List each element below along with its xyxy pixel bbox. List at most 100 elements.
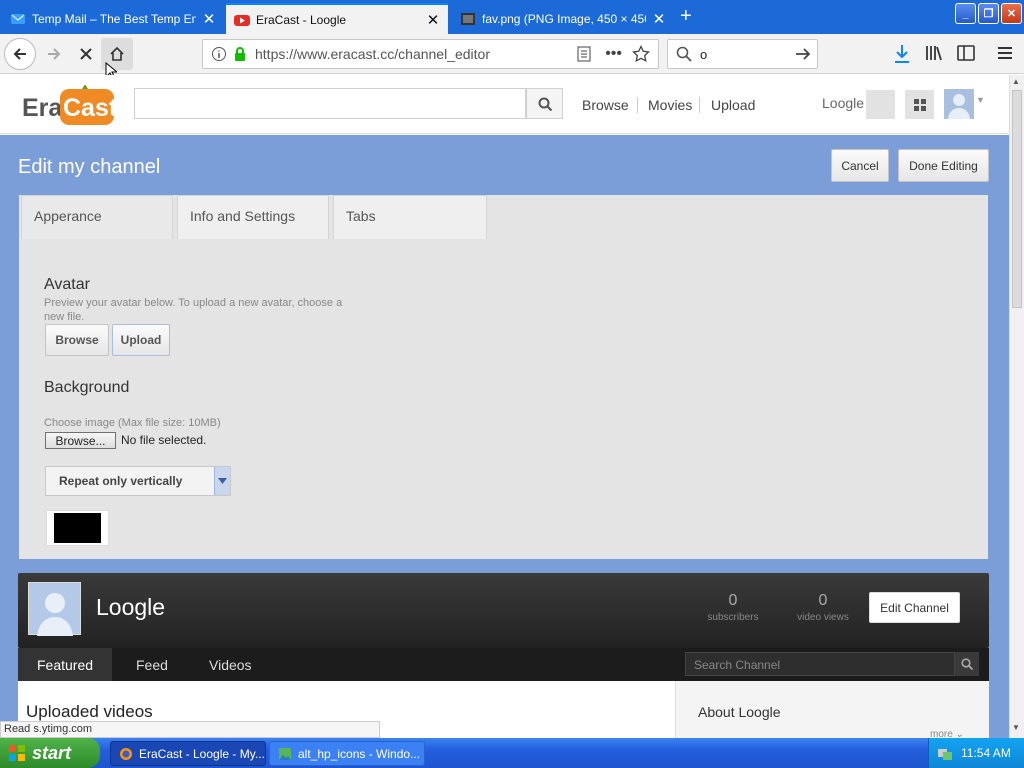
edit-channel-button[interactable]: Edit Channel xyxy=(869,592,960,623)
swatch-color xyxy=(54,513,101,543)
image-favicon-icon xyxy=(460,11,476,27)
edit-panel xyxy=(19,195,988,559)
vertical-scrollbar[interactable]: ▲ ▼ xyxy=(1009,75,1024,738)
uploaded-videos-heading: Uploaded videos xyxy=(26,702,153,721)
taskbar-item-browser[interactable]: EraCast - Loogle - My... xyxy=(110,741,266,766)
nav-movies-link[interactable]: Movies xyxy=(648,97,692,113)
page-actions-icon[interactable]: ••• xyxy=(605,45,622,63)
tab-info-settings[interactable]: Info and Settings xyxy=(177,195,329,239)
stop-loading-icon[interactable] xyxy=(70,38,102,70)
close-tab-icon[interactable]: ✕ xyxy=(426,11,440,29)
system-tray: 11:54 AM xyxy=(928,738,1024,768)
tab-feed[interactable]: Feed xyxy=(117,648,187,681)
browser-tab-tempmail[interactable]: Temp Mail – The Best Temp Email S ✕ xyxy=(2,3,224,34)
start-button[interactable]: start xyxy=(0,738,100,768)
avatar-heading: Avatar xyxy=(44,276,90,293)
sidebar-icon[interactable] xyxy=(957,44,975,62)
views-label: video views xyxy=(797,612,849,623)
lock-icon xyxy=(233,46,247,62)
network-icon[interactable] xyxy=(937,745,953,761)
taskbar-item-explorer[interactable]: alt_hp_icons - Windo... xyxy=(269,741,425,766)
new-tab-icon[interactable]: + xyxy=(680,5,692,28)
avatar-hint: Preview your avatar below. To upload a n… xyxy=(44,297,343,323)
hamburger-menu-icon[interactable] xyxy=(996,44,1014,62)
firefox-icon xyxy=(119,747,133,761)
close-tab-icon[interactable]: ✕ xyxy=(652,10,666,28)
cancel-button[interactable]: Cancel xyxy=(831,149,889,182)
tab-appearance[interactable]: Apperance xyxy=(21,195,173,239)
start-label: start xyxy=(32,742,72,763)
reader-view-icon[interactable] xyxy=(577,46,591,62)
back-arrow-icon[interactable] xyxy=(4,38,36,70)
repeat-select[interactable]: Repeat only vertically xyxy=(45,466,231,496)
minimize-window-icon[interactable]: _ xyxy=(955,3,976,24)
tab-title: fav.png (PNG Image, 450 × 450 p xyxy=(482,11,646,26)
library-icon[interactable] xyxy=(925,44,943,62)
close-window-icon[interactable]: ✕ xyxy=(1001,3,1022,24)
tempmail-favicon-icon xyxy=(10,11,26,27)
about-heading: About Loogle xyxy=(698,704,781,720)
url-bar[interactable]: https://www.eracast.cc/channel_editor ••… xyxy=(202,39,659,69)
image-window-icon xyxy=(278,747,292,761)
scroll-down-icon[interactable]: ▼ xyxy=(1012,723,1020,732)
done-editing-button[interactable]: Done Editing xyxy=(898,149,989,182)
eracast-logo[interactable]: Era Cast xyxy=(22,85,116,127)
tab-title: Temp Mail – The Best Temp Email S xyxy=(32,11,196,26)
channel-search-input[interactable]: Search Channel xyxy=(685,652,955,676)
browser-nav-bar: https://www.eracast.cc/channel_editor ••… xyxy=(0,34,1024,80)
download-icon[interactable] xyxy=(893,44,911,64)
chevron-down-icon[interactable]: ▼ xyxy=(976,95,985,105)
apps-grid-icon[interactable] xyxy=(905,90,934,119)
search-icon xyxy=(538,97,552,111)
search-icon xyxy=(676,46,692,62)
username-link[interactable]: Loogle xyxy=(822,95,864,111)
scroll-up-icon[interactable]: ▲ xyxy=(1012,77,1020,86)
site-search-input[interactable] xyxy=(134,88,526,119)
browser-tab-bar: Temp Mail – The Best Temp Email S ✕ EraC… xyxy=(0,0,1024,34)
site-search-button[interactable] xyxy=(526,88,563,119)
youtube-favicon-icon xyxy=(234,12,250,28)
browser-status-bar: Read s.ytimg.com xyxy=(0,721,380,738)
scrollbar-thumb[interactable] xyxy=(1012,90,1022,308)
tab-videos[interactable]: Videos xyxy=(190,648,271,681)
views-count: 0 xyxy=(818,592,828,609)
windows-logo-icon xyxy=(8,744,26,762)
channel-name: Loogle xyxy=(96,594,166,620)
tab-featured[interactable]: Featured xyxy=(18,648,113,681)
taskbar-item-label: alt_hp_icons - Windo... xyxy=(298,746,421,761)
go-arrow-icon[interactable] xyxy=(795,46,811,62)
forward-arrow-icon[interactable] xyxy=(38,38,70,70)
tab-title: EraCast - Loogle xyxy=(256,12,347,27)
subscribers-count: 0 xyxy=(728,592,738,609)
avatar-browse-button[interactable]: Browse xyxy=(45,324,109,356)
close-tab-icon[interactable]: ✕ xyxy=(202,10,216,28)
browser-tab-eracast[interactable]: EraCast - Loogle ✕ xyxy=(226,3,448,34)
browser-tab-favpng[interactable]: fav.png (PNG Image, 450 × 450 p ✕ xyxy=(452,3,674,34)
browser-search-field[interactable]: o xyxy=(667,39,818,69)
channel-search-button[interactable] xyxy=(955,652,979,676)
repeat-select-value: Repeat only vertically xyxy=(59,474,183,488)
chevron-down-icon[interactable] xyxy=(214,467,230,495)
search-icon xyxy=(961,658,973,670)
nav-upload-link[interactable]: Upload xyxy=(711,97,755,113)
bookmark-star-icon[interactable] xyxy=(632,45,650,63)
site-header: Era Cast Browse Movies Upload Loogle ▼ xyxy=(0,75,1009,134)
taskbar-item-label: EraCast - Loogle - My... xyxy=(139,746,265,761)
maximize-window-icon[interactable]: ❐ xyxy=(978,3,999,24)
logo-era-text: Era xyxy=(22,94,63,122)
file-status-text: No file selected. xyxy=(121,433,207,447)
tab-tabs[interactable]: Tabs xyxy=(333,195,487,239)
background-heading: Background xyxy=(44,379,130,396)
page-title: Edit my channel xyxy=(18,156,161,178)
nav-divider xyxy=(637,97,638,113)
clock: 11:54 AM xyxy=(961,746,1011,760)
user-avatar[interactable] xyxy=(944,89,974,119)
nav-browse-link[interactable]: Browse xyxy=(582,97,629,113)
background-hint: Choose image (Max file size: 10MB) xyxy=(44,417,221,429)
file-browse-button[interactable]: Browse... xyxy=(45,432,116,449)
notifications-box[interactable] xyxy=(866,90,895,119)
avatar-upload-button[interactable]: Upload xyxy=(112,324,170,356)
background-color-swatch[interactable] xyxy=(46,510,109,546)
info-icon[interactable] xyxy=(211,46,227,62)
search-value: o xyxy=(700,46,708,62)
